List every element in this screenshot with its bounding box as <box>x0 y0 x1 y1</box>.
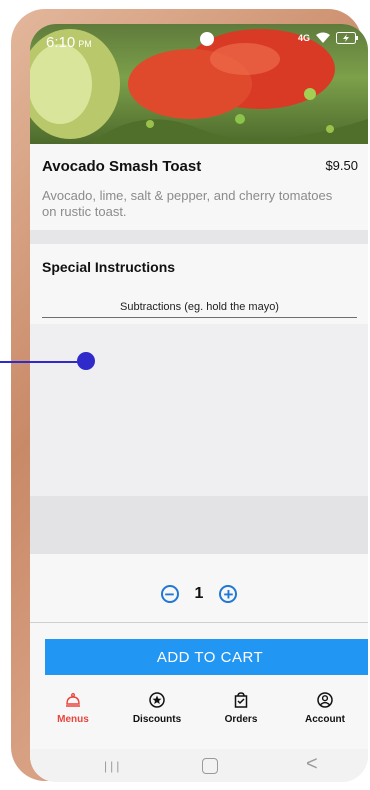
bag-check-icon <box>234 692 248 708</box>
decrease-quantity-button[interactable]: − <box>160 585 179 603</box>
back-button[interactable]: < <box>306 753 318 776</box>
special-instructions-input[interactable] <box>42 297 357 318</box>
spacer-band <box>30 496 368 554</box>
tab-label: Orders <box>224 714 258 725</box>
tab-label: Account <box>305 714 345 725</box>
add-to-cart-button[interactable]: ADD TO CART <box>45 639 368 675</box>
home-button[interactable] <box>202 758 218 774</box>
item-title: Avocado Smash Toast <box>42 158 202 175</box>
wifi-icon <box>316 32 330 43</box>
section-divider <box>30 230 368 244</box>
network-icon: 4G <box>297 33 310 43</box>
tab-account[interactable]: Account <box>290 692 360 744</box>
tab-menus[interactable]: Menus <box>38 692 108 744</box>
tab-label: Menus <box>57 714 89 725</box>
annotation-dot <box>77 352 95 370</box>
tab-discounts[interactable]: Discounts <box>122 692 192 744</box>
system-nav-bar: ||| < <box>30 749 368 782</box>
recents-button[interactable]: ||| <box>104 759 122 773</box>
tab-orders[interactable]: Orders <box>206 692 276 744</box>
annotation-line <box>0 361 86 363</box>
app-screen: 6:10 PM 4G Avocado Smash Toast $9.50 Avoc… <box>30 24 368 782</box>
item-description: Avocado, lime, salt & pepper, and cherry… <box>42 188 333 219</box>
special-instructions-title: Special Instructions <box>42 259 176 275</box>
front-camera <box>200 32 214 46</box>
tab-label: Discounts <box>132 714 182 725</box>
quantity-value: 1 <box>194 585 204 602</box>
item-price: $9.50 <box>325 158 358 173</box>
bottom-tab-bar: Menus Discounts Orders Account <box>30 692 368 744</box>
quantity-stepper: − 1 + <box>30 582 368 606</box>
battery-icon <box>336 32 358 44</box>
status-bar: 6:10 PM 4G <box>30 24 368 58</box>
instructions-area[interactable] <box>30 324 368 496</box>
divider <box>30 622 368 623</box>
cloche-icon <box>66 693 80 707</box>
user-circle-icon <box>317 692 333 708</box>
status-time: 6:10 PM <box>46 34 92 51</box>
increase-quantity-button[interactable]: + <box>219 585 238 603</box>
star-badge-icon <box>149 692 165 708</box>
phone-frame: 6:10 PM 4G Avocado Smash Toast $9.50 Avoc… <box>11 9 368 782</box>
